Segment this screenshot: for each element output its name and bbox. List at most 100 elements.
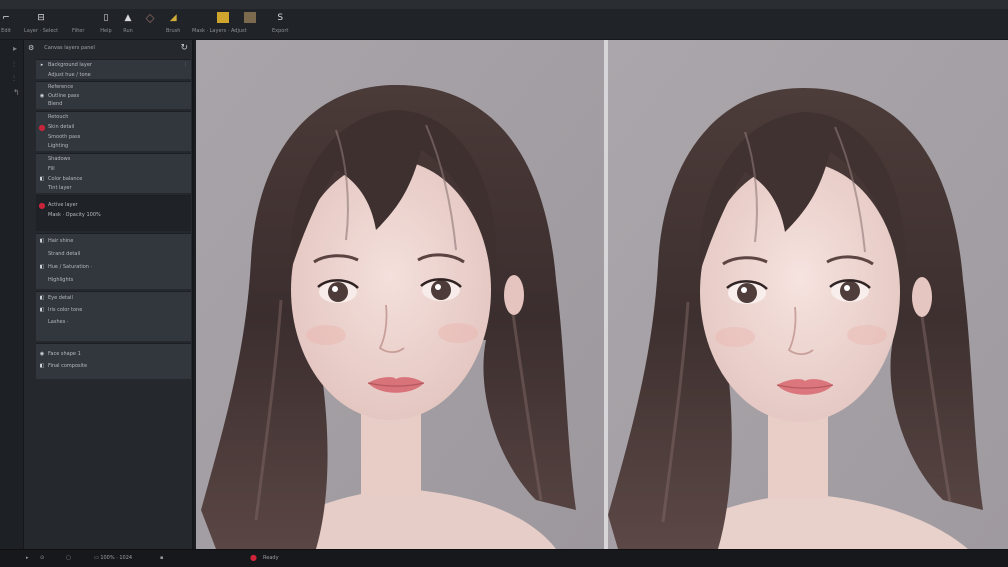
layer-icon: ▸ [40,62,44,68]
layer-group-3[interactable]: Retouch ● Skin detail Smooth pass Lightin… [36,111,191,151]
layer-label: Retouch [48,114,69,120]
edit-tool[interactable]: ⌐ Edit [0,12,12,34]
list-item[interactable]: ◉ Face shape 1 [36,348,191,360]
portrait-processed [608,40,1008,549]
list-item[interactable]: Shadows [36,154,191,164]
blank-icon [39,319,45,325]
help-icon: ▯ [103,13,109,23]
list-item[interactable]: ◧ Final composite [36,360,191,372]
secondary-swatch [244,12,256,23]
list-item[interactable]: ◧ Iris color tone [36,304,191,316]
list-item[interactable]: Smooth pass [36,132,191,142]
layers-panel: ⚙ Canvas layers panel ↻ ▸ Background laye… [24,40,194,549]
layer-label: Tint layer [48,185,72,191]
primary-color-swatch[interactable] [217,12,229,23]
list-item[interactable]: Tint layer [36,184,191,192]
list-item[interactable]: ◧ Hair shine [36,234,191,247]
rail-icon-4[interactable]: ↰ [13,88,20,97]
layer-thumb-icon: ◧ [39,363,45,369]
layer-group-7[interactable]: ◧ Eye detail ◧ Iris color tone Lashes · [36,291,191,341]
status-text: Ready [263,555,279,561]
export-label: Export [272,28,289,34]
layer-group-active[interactable]: ● Active layer Mask · Opacity 100% [36,195,191,231]
panel-title: Canvas layers panel [44,45,95,51]
layer-label: Strand detail [48,250,81,257]
list-item[interactable]: ● Active layer [36,200,191,210]
list-item[interactable]: Blend [36,100,191,108]
refresh-icon[interactable]: ↻ [180,43,188,53]
list-item[interactable]: Lighting [36,142,191,150]
visibility-icon: ◉ [39,351,45,357]
list-item[interactable]: ▸ Background layer ⫶ [36,60,191,70]
target-icon[interactable]: ⊙ [40,555,44,561]
list-item[interactable]: Fill [36,164,191,174]
layer-label: Skin detail [48,124,75,130]
secondary-color-swatch[interactable] [244,12,256,23]
canvas-processed[interactable] [608,40,1008,549]
blank-icon [39,134,45,140]
layer-group-4[interactable]: Shadows Fill ◧ Color balance Tint layer [36,153,191,193]
list-item[interactable]: Mask · Opacity 100% [36,210,191,220]
rail-icon-3[interactable]: ⫶ [13,74,15,84]
layer-label: Outline pass [48,93,80,99]
layer-group-6[interactable]: ◧ Hair shine Strand detail ◧ Hue / Saturat… [36,233,191,289]
list-item[interactable]: ● Skin detail [36,122,191,132]
blank-icon [39,143,45,149]
brush-label: Brush [166,28,181,34]
frame-icon[interactable]: ▢ [66,555,71,561]
active-dot-icon: ● [38,200,46,210]
rail-icon-1[interactable]: ▸ [13,44,17,53]
layer-label: Mask · Opacity 100% [48,212,101,218]
layer-group-2[interactable]: Reference ◉ Outline pass Blend [36,81,191,109]
layer-label: Smooth pass [48,134,81,140]
panel-menu-icon[interactable]: ⚙ [28,44,34,52]
list-item[interactable]: ◧ Color balance [36,174,191,184]
export-tool[interactable]: S Export [272,12,288,34]
export-icon: S [277,13,284,23]
drag-handle-icon[interactable]: ⫶ [185,62,186,68]
list-item[interactable]: ◧ Eye detail [36,292,191,304]
list-item[interactable]: ◉ Outline pass [36,92,191,100]
primary-swatch [217,12,229,23]
brush-tool[interactable]: ◢ Brush [166,12,180,34]
panel-header: ⚙ Canvas layers panel ↻ [24,40,194,56]
layer-label: Adjust hue / tone [48,72,91,78]
blank-icon [39,185,45,191]
play-icon[interactable]: ▸ [26,555,29,561]
blank-icon [39,72,45,78]
visibility-icon: ◉ [39,93,45,99]
canvas-original[interactable] [196,40,604,549]
list-item[interactable]: Reference [36,82,191,92]
layer-thumb-icon: ◧ [39,295,45,301]
status-bar: ▸ ⊙ ▢ ▭ 100% · 1024 ▪ ● Ready [0,549,1008,567]
blank-icon [39,84,45,90]
blank-icon [39,251,45,257]
list-item[interactable]: ◧ Hue / Saturation · [36,260,191,273]
rail-icon-2[interactable]: ⫶ [13,60,15,70]
layer-label: Hair shine [48,237,74,244]
list-item[interactable]: Highlights [36,273,191,286]
title-strip [0,0,1008,9]
run-label: Run [123,28,133,34]
blank-icon [39,277,45,283]
shape-tool[interactable]: ⬦ [144,10,156,26]
list-item[interactable]: Adjust hue / tone [36,70,191,80]
diamond-icon: ⬦ [145,10,155,26]
filter-tool[interactable]: Filter [72,12,84,34]
layer-label: Blend [48,101,63,107]
list-item[interactable]: Retouch [36,112,191,122]
run-tool[interactable]: ▲ Run [122,12,134,34]
help-tool[interactable]: ▯ Help [100,12,112,34]
layer-label: Highlights [48,276,74,283]
layer-group-8[interactable]: ◉ Face shape 1 ◧ Final composite [36,343,191,379]
brush-icon: ◢ [169,13,177,23]
layer-label: Color balance [48,176,83,182]
layer-group-1[interactable]: ▸ Background layer ⫶ Adjust hue / tone [36,59,191,79]
tool-rail: ▸ ⫶ ⫶ ↰ [0,40,24,549]
zoom-readout: ▭ 100% · 1024 [94,555,133,561]
layer-tool[interactable]: ⊟ Layer · Select [24,12,58,34]
layer-label: Lighting [48,143,69,149]
list-item[interactable]: Lashes · [36,316,191,328]
layer-label: Shadows [48,156,71,162]
list-item[interactable]: Strand detail [36,247,191,260]
